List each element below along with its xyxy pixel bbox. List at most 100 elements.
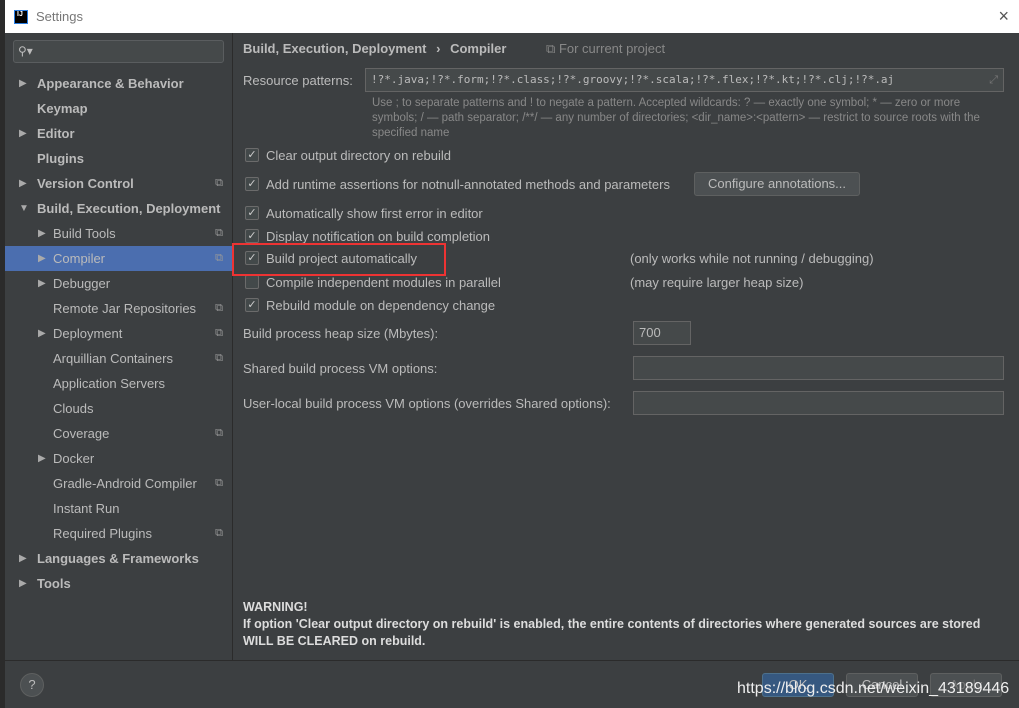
sidebar-item-label: Instant Run [53, 501, 120, 516]
sidebar-item-label: Tools [37, 576, 71, 591]
project-scope-label: ⧉ For current project [546, 41, 666, 56]
chevron-right-icon[interactable]: ▶ [38, 221, 46, 246]
breadcrumb-parent[interactable]: Build, Execution, Deployment [243, 41, 426, 56]
chevron-right-icon[interactable]: ▶ [38, 446, 46, 471]
chevron-right-icon[interactable]: ▶ [19, 546, 27, 571]
sidebar-item-label: Version Control [37, 176, 134, 191]
checkbox-unchecked-icon[interactable] [245, 275, 259, 289]
sidebar-item-label: Build, Execution, Deployment [37, 201, 221, 216]
shared-vm-options-label: Shared build process VM options: [243, 361, 438, 376]
chevron-down-icon[interactable]: ▼ [19, 196, 29, 221]
checkbox-note: (only works while not running / debuggin… [630, 251, 874, 266]
sidebar-item-application-servers[interactable]: Application Servers [5, 371, 233, 396]
sidebar-item-editor[interactable]: ▶ Editor [5, 121, 233, 146]
sidebar-item-appearance-behavior[interactable]: ▶ Appearance & Behavior [5, 71, 233, 96]
heap-size-input[interactable]: 700 [633, 321, 691, 345]
sidebar-item-debugger[interactable]: ▶ Debugger [5, 271, 233, 296]
sidebar-item-remote-jar-repositories[interactable]: Remote Jar Repositories ⧉ [5, 296, 233, 321]
project-settings-icon: ⧉ [215, 327, 223, 339]
sidebar-item-keymap[interactable]: Keymap [5, 96, 233, 121]
help-button[interactable]: ? [20, 673, 44, 697]
configure-annotations-button[interactable]: Configure annotations... [694, 172, 860, 196]
highlight-annotation [232, 243, 446, 276]
sidebar-item-label: Editor [37, 126, 75, 141]
sidebar-item-clouds[interactable]: Clouds [5, 396, 233, 421]
chevron-right-icon[interactable]: ▶ [19, 171, 27, 196]
project-settings-icon: ⧉ [215, 177, 223, 189]
sidebar-item-arquillian-containers[interactable]: Arquillian Containers ⧉ [5, 346, 233, 371]
resource-patterns-input[interactable]: !?*.java;!?*.form;!?*.class;!?*.groovy;!… [365, 68, 1004, 92]
checkbox-label: Display notification on build completion [266, 228, 491, 244]
checkbox-add-runtime-assertions-for-notnull-annotated-methods-and-parameters[interactable]: ✓ Add runtime assertions for notnull-anno… [245, 175, 670, 193]
watermark: https://blog.csdn.net/weixin_43189446 [737, 680, 1010, 697]
chevron-right-icon[interactable]: ▶ [38, 246, 46, 271]
expand-icon[interactable]: ⤢ [989, 69, 998, 91]
sidebar-item-docker[interactable]: ▶ Docker [5, 446, 233, 471]
chevron-right-icon[interactable]: ▶ [19, 571, 27, 596]
sidebar-item-tools[interactable]: ▶ Tools [5, 571, 233, 596]
resource-patterns-label: Resource patterns: [243, 73, 353, 88]
sidebar-item-required-plugins[interactable]: Required Plugins ⧉ [5, 521, 233, 546]
sidebar-item-label: Clouds [53, 401, 94, 416]
sidebar-item-label: Required Plugins [53, 526, 153, 541]
title-bar: IJ Settings × [5, 0, 1019, 33]
project-settings-icon: ⧉ [215, 527, 223, 539]
sidebar-item-label: Keymap [37, 101, 88, 116]
sidebar-item-label: Deployment [53, 326, 123, 341]
checkbox-label: Rebuild module on dependency change [266, 297, 496, 313]
user-vm-options-input[interactable] [633, 391, 1004, 415]
checkbox-checked-icon[interactable]: ✓ [245, 298, 259, 312]
sidebar-item-label: Application Servers [53, 376, 165, 391]
sidebar-item-languages-frameworks[interactable]: ▶ Languages & Frameworks [5, 546, 233, 571]
project-settings-icon: ⧉ [215, 352, 223, 364]
checkbox-label: Clear output directory on rebuild [266, 147, 451, 163]
settings-sidebar: ⚲▾ ▶ Appearance & Behavior Keymap ▶ Editor Pl… [5, 33, 233, 660]
checkbox-label: Compile independent modules in parallel [266, 274, 501, 290]
checkbox-clear-output-directory-on-rebuild[interactable]: ✓ Clear output directory on rebuild [245, 146, 451, 164]
checkbox-checked-icon[interactable]: ✓ [245, 177, 259, 191]
checkbox-checked-icon[interactable]: ✓ [245, 229, 259, 243]
shared-vm-options-input[interactable] [633, 356, 1004, 380]
sidebar-item-compiler[interactable]: ▶ Compiler ⧉ [5, 246, 233, 271]
chevron-right-icon[interactable]: ▶ [19, 71, 27, 96]
sidebar-item-build-execution-deployment[interactable]: ▼ Build, Execution, Deployment [5, 196, 233, 221]
sidebar-item-label: Build Tools [53, 226, 116, 241]
user-vm-options-label: User-local build process VM options (ove… [243, 396, 611, 411]
sidebar-item-instant-run[interactable]: Instant Run [5, 496, 233, 521]
app-logo: IJ [14, 9, 28, 24]
project-settings-icon: ⧉ [215, 252, 223, 264]
sidebar-item-deployment[interactable]: ▶ Deployment ⧉ [5, 321, 233, 346]
sidebar-item-label: Debugger [53, 276, 111, 291]
sidebar-item-label: Plugins [37, 151, 84, 166]
sidebar-item-coverage[interactable]: Coverage ⧉ [5, 421, 233, 446]
sidebar-item-build-tools[interactable]: ▶ Build Tools ⧉ [5, 221, 233, 246]
sidebar-item-label: Languages & Frameworks [37, 551, 199, 566]
sidebar-item-label: Appearance & Behavior [37, 76, 184, 91]
close-icon[interactable]: × [998, 6, 1009, 27]
checkbox-note: (may require larger heap size) [630, 275, 804, 290]
breadcrumb-separator: › [436, 41, 441, 56]
checkbox-rebuild-module-on-dependency-change[interactable]: ✓ Rebuild module on dependency change [245, 296, 495, 314]
search-icon: ⚲▾ [18, 44, 33, 58]
sidebar-item-plugins[interactable]: Plugins [5, 146, 233, 171]
checkbox-label: Automatically show first error in editor [266, 205, 483, 221]
breadcrumb: Build, Execution, Deployment › Compiler … [243, 41, 665, 57]
search-input[interactable]: ⚲▾ [13, 40, 224, 63]
sidebar-item-label: Gradle-Android Compiler [53, 476, 197, 491]
chevron-right-icon[interactable]: ▶ [38, 321, 46, 346]
chevron-right-icon[interactable]: ▶ [19, 121, 27, 146]
checkbox-checked-icon[interactable]: ✓ [245, 148, 259, 162]
warning-message: WARNING! If option 'Clear output directo… [243, 599, 1003, 650]
sidebar-item-version-control[interactable]: ▶ Version Control ⧉ [5, 171, 233, 196]
checkbox-automatically-show-first-error-in-editor[interactable]: ✓ Automatically show first error in edito… [245, 204, 483, 222]
project-settings-icon: ⧉ [215, 227, 223, 239]
sidebar-item-label: Arquillian Containers [53, 351, 173, 366]
sidebar-item-gradle-android-compiler[interactable]: Gradle-Android Compiler ⧉ [5, 471, 233, 496]
project-settings-icon: ⧉ [215, 302, 223, 314]
project-settings-icon: ⧉ [215, 477, 223, 489]
chevron-right-icon[interactable]: ▶ [38, 271, 46, 296]
compiler-panel: Build, Execution, Deployment › Compiler … [233, 33, 1019, 660]
breadcrumb-current: Compiler [450, 41, 507, 56]
checkbox-label: Add runtime assertions for notnull-annot… [266, 176, 670, 192]
checkbox-checked-icon[interactable]: ✓ [245, 206, 259, 220]
